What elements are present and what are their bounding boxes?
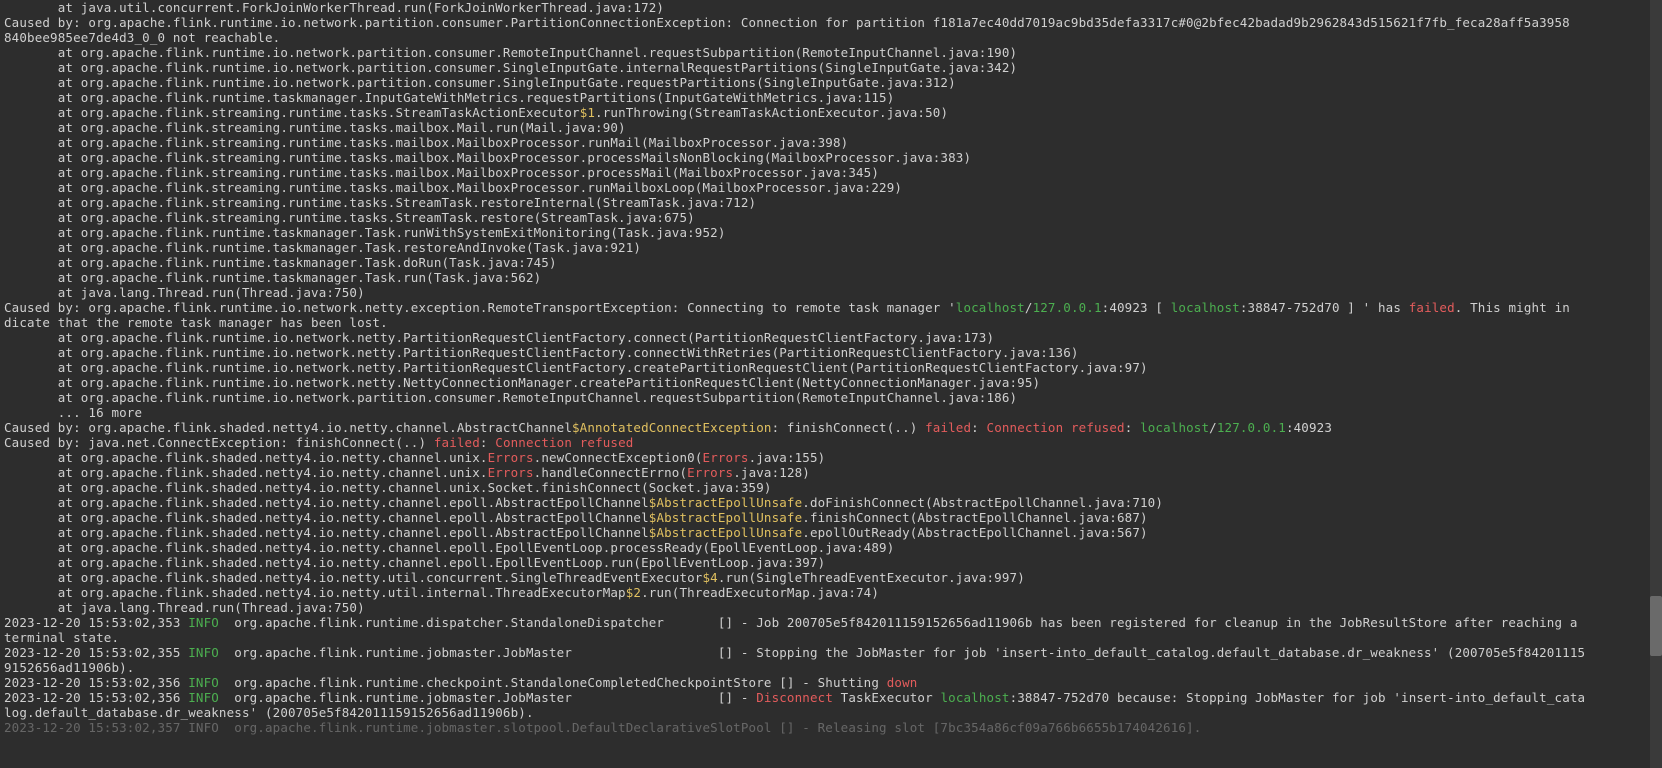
stack-line: ... 16 more <box>4 405 142 420</box>
log-line: 2023-12-20 15:53:02,353 INFO org.apache.… <box>4 615 1585 630</box>
stack-line: at org.apache.flink.runtime.io.network.n… <box>4 330 994 345</box>
stack-line: at org.apache.flink.runtime.taskmanager.… <box>4 255 557 270</box>
log-line: 9152656ad11906b). <box>4 660 135 675</box>
stack-line: at org.apache.flink.runtime.io.network.n… <box>4 375 1040 390</box>
stack-line: at org.apache.flink.runtime.taskmanager.… <box>4 240 641 255</box>
stack-line: at org.apache.flink.streaming.runtime.ta… <box>4 135 848 150</box>
stack-line: at org.apache.flink.streaming.runtime.ta… <box>4 150 971 165</box>
terminal-output[interactable]: at java.util.concurrent.ForkJoinWorkerTh… <box>0 0 1662 768</box>
stack-line: at org.apache.flink.shaded.netty4.io.net… <box>4 465 810 480</box>
stack-line: Caused by: org.apache.flink.shaded.netty… <box>4 420 1332 435</box>
stack-line: at java.lang.Thread.run(Thread.java:750) <box>4 600 365 615</box>
stack-line: at org.apache.flink.streaming.runtime.ta… <box>4 195 756 210</box>
stack-line: at org.apache.flink.runtime.io.network.p… <box>4 45 1017 60</box>
stack-line: at org.apache.flink.runtime.taskmanager.… <box>4 90 894 105</box>
stack-line: at org.apache.flink.runtime.io.network.n… <box>4 360 1148 375</box>
stack-line: at org.apache.flink.shaded.netty4.io.net… <box>4 570 1025 585</box>
stack-line: at org.apache.flink.streaming.runtime.ta… <box>4 105 948 120</box>
stack-line: at org.apache.flink.runtime.io.network.p… <box>4 75 956 90</box>
stack-line: at org.apache.flink.streaming.runtime.ta… <box>4 165 879 180</box>
log-line-partial: 2023-12-20 15:53:02,357 INFO org.apache.… <box>4 720 1201 735</box>
stack-line: at org.apache.flink.runtime.taskmanager.… <box>4 270 541 285</box>
stack-line: at java.util.concurrent.ForkJoinWorkerTh… <box>4 0 664 15</box>
stack-line: at org.apache.flink.shaded.netty4.io.net… <box>4 540 894 555</box>
stack-line: Caused by: java.net.ConnectException: fi… <box>4 435 633 450</box>
stack-line: at org.apache.flink.runtime.taskmanager.… <box>4 225 726 240</box>
stack-line: at org.apache.flink.runtime.io.network.p… <box>4 60 1017 75</box>
log-line: 2023-12-20 15:53:02,356 INFO org.apache.… <box>4 690 1585 705</box>
stack-line: at java.lang.Thread.run(Thread.java:750) <box>4 285 365 300</box>
scrollbar-thumb[interactable] <box>1650 596 1662 656</box>
stack-line: at org.apache.flink.shaded.netty4.io.net… <box>4 480 772 495</box>
stack-line: at org.apache.flink.shaded.netty4.io.net… <box>4 495 1163 510</box>
stack-line: at org.apache.flink.streaming.runtime.ta… <box>4 210 695 225</box>
stack-line: at org.apache.flink.shaded.netty4.io.net… <box>4 510 1148 525</box>
log-line: 2023-12-20 15:53:02,355 INFO org.apache.… <box>4 645 1585 660</box>
log-line: terminal state. <box>4 630 119 645</box>
stack-line: Caused by: org.apache.flink.runtime.io.n… <box>4 15 1570 30</box>
stack-line: Caused by: org.apache.flink.runtime.io.n… <box>4 300 1570 315</box>
stack-line: at org.apache.flink.shaded.netty4.io.net… <box>4 450 825 465</box>
stack-line: at org.apache.flink.streaming.runtime.ta… <box>4 180 902 195</box>
stack-line: at org.apache.flink.streaming.runtime.ta… <box>4 120 626 135</box>
log-line: log.default_database.dr_weakness' (20070… <box>4 705 534 720</box>
stack-line: 840bee985ee7de4d3_0_0 not reachable. <box>4 30 280 45</box>
stack-line: dicate that the remote task manager has … <box>4 315 388 330</box>
log-line: 2023-12-20 15:53:02,356 INFO org.apache.… <box>4 675 917 690</box>
vertical-scrollbar[interactable] <box>1650 0 1662 768</box>
stack-line: at org.apache.flink.shaded.netty4.io.net… <box>4 555 825 570</box>
stack-line: at org.apache.flink.shaded.netty4.io.net… <box>4 585 879 600</box>
stack-line: at org.apache.flink.runtime.io.network.n… <box>4 345 1079 360</box>
stack-line: at org.apache.flink.runtime.io.network.p… <box>4 390 1017 405</box>
stack-line: at org.apache.flink.shaded.netty4.io.net… <box>4 525 1148 540</box>
